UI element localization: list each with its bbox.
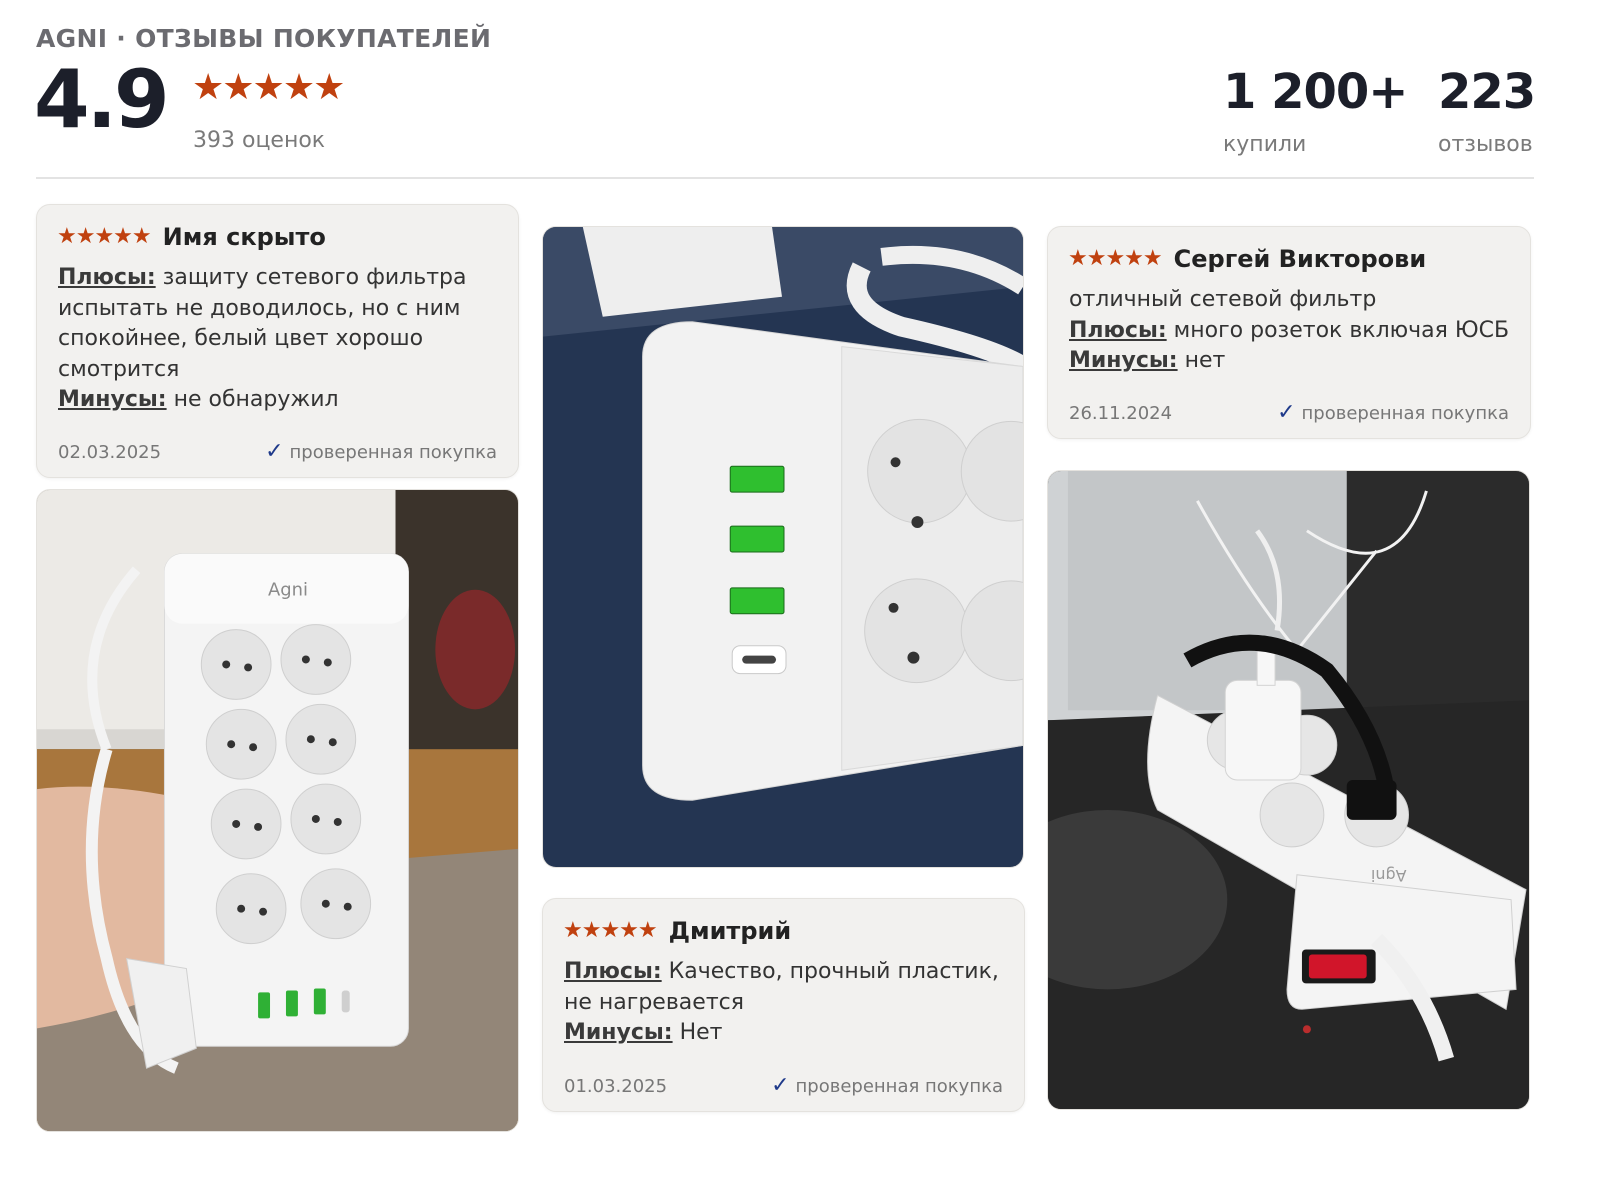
pros-text: много розеток включая ЮСБ xyxy=(1173,317,1510,343)
review-card[interactable]: ★★★★★ Сергей Викторови отличный сетевой … xyxy=(1047,226,1531,439)
review-header: ★★★★★ Имя скрыто xyxy=(57,223,326,251)
cons-text: Нет xyxy=(679,1020,723,1045)
ratings-count: 393 оценок xyxy=(193,128,326,153)
review-body: отличный сетевой фильтр Плюсы: много роз… xyxy=(1069,285,1512,377)
header-divider xyxy=(36,177,1534,179)
checkmark-icon: ✓ xyxy=(265,439,284,464)
review-author: Сергей Викторови xyxy=(1173,245,1427,273)
review-date: 26.11.2024 xyxy=(1069,402,1173,424)
review-header: ★★★★★ Сергей Викторови xyxy=(1068,245,1426,273)
verified-badge: ✓ проверенная покупка xyxy=(1277,402,1509,424)
review-author: Дмитрий xyxy=(668,917,792,945)
verified-label: проверенная покупка xyxy=(289,441,497,463)
verified-label: проверенная покупка xyxy=(795,1075,1003,1097)
bought-label: купили xyxy=(1223,132,1307,157)
verified-label: проверенная покупка xyxy=(1301,402,1509,424)
page-title: AGNI · ОТЗЫВЫ ПОКУПАТЕЛЕЙ xyxy=(36,24,492,53)
pros-label: Плюсы: xyxy=(564,959,662,984)
photo-brand-mark: Agni xyxy=(268,580,308,601)
review-date: 01.03.2025 xyxy=(564,1075,668,1097)
review-card[interactable]: ★★★★★ Дмитрий Плюсы: Качество, прочный п… xyxy=(542,898,1025,1112)
cons-label: Минусы: xyxy=(1069,348,1178,373)
verified-badge: ✓ проверенная покупка xyxy=(771,1075,1003,1097)
bought-value: 1 200+ xyxy=(1223,64,1409,120)
rating-stars: ★★★★★ xyxy=(192,67,345,108)
review-text: отличный сетевой фильтр xyxy=(1069,287,1377,312)
reviews-label: отзывов xyxy=(1438,132,1533,157)
review-stars: ★★★★★ xyxy=(563,918,658,943)
review-body: Плюсы: защиту сетевого фильтра испытать … xyxy=(58,263,500,416)
cons-label: Минусы: xyxy=(58,387,167,412)
review-author: Имя скрыто xyxy=(162,223,326,251)
review-footer: 26.11.2024 ✓ проверенная покупка xyxy=(1069,402,1509,424)
pros-label: Плюсы: xyxy=(58,265,156,290)
review-footer: 01.03.2025 ✓ проверенная покупка xyxy=(564,1075,1003,1097)
review-card[interactable]: ★★★★★ Имя скрыто Плюсы: защиту сетевого … xyxy=(36,204,519,478)
average-rating: 4.9 xyxy=(34,53,170,146)
review-footer: 02.03.2025 ✓ проверенная покупка xyxy=(58,441,497,463)
review-stars: ★★★★★ xyxy=(1068,246,1163,271)
checkmark-icon: ✓ xyxy=(771,1073,790,1098)
pros-label: Плюсы: xyxy=(1069,317,1167,343)
cons-text: нет xyxy=(1184,348,1226,373)
review-body: Плюсы: Качество, прочный пластик, не наг… xyxy=(564,957,1006,1049)
review-header: ★★★★★ Дмитрий xyxy=(563,917,791,945)
verified-badge: ✓ проверенная покупка xyxy=(265,441,497,463)
reviews-stat[interactable]: 223 отзывов xyxy=(1438,64,1536,157)
cons-text: не обнаружил xyxy=(173,387,339,412)
photo-brand-mark: Agni xyxy=(1371,866,1407,885)
review-photo[interactable]: Agni xyxy=(36,489,519,1132)
review-date: 02.03.2025 xyxy=(58,441,162,463)
review-stars: ★★★★★ xyxy=(57,224,152,249)
review-photo[interactable] xyxy=(542,226,1024,868)
reviews-value: 223 xyxy=(1438,64,1536,120)
bought-stat: 1 200+ купили xyxy=(1223,64,1409,157)
review-photo[interactable]: Agni xyxy=(1047,470,1530,1110)
checkmark-icon: ✓ xyxy=(1277,400,1296,425)
cons-label: Минусы: xyxy=(564,1020,673,1045)
